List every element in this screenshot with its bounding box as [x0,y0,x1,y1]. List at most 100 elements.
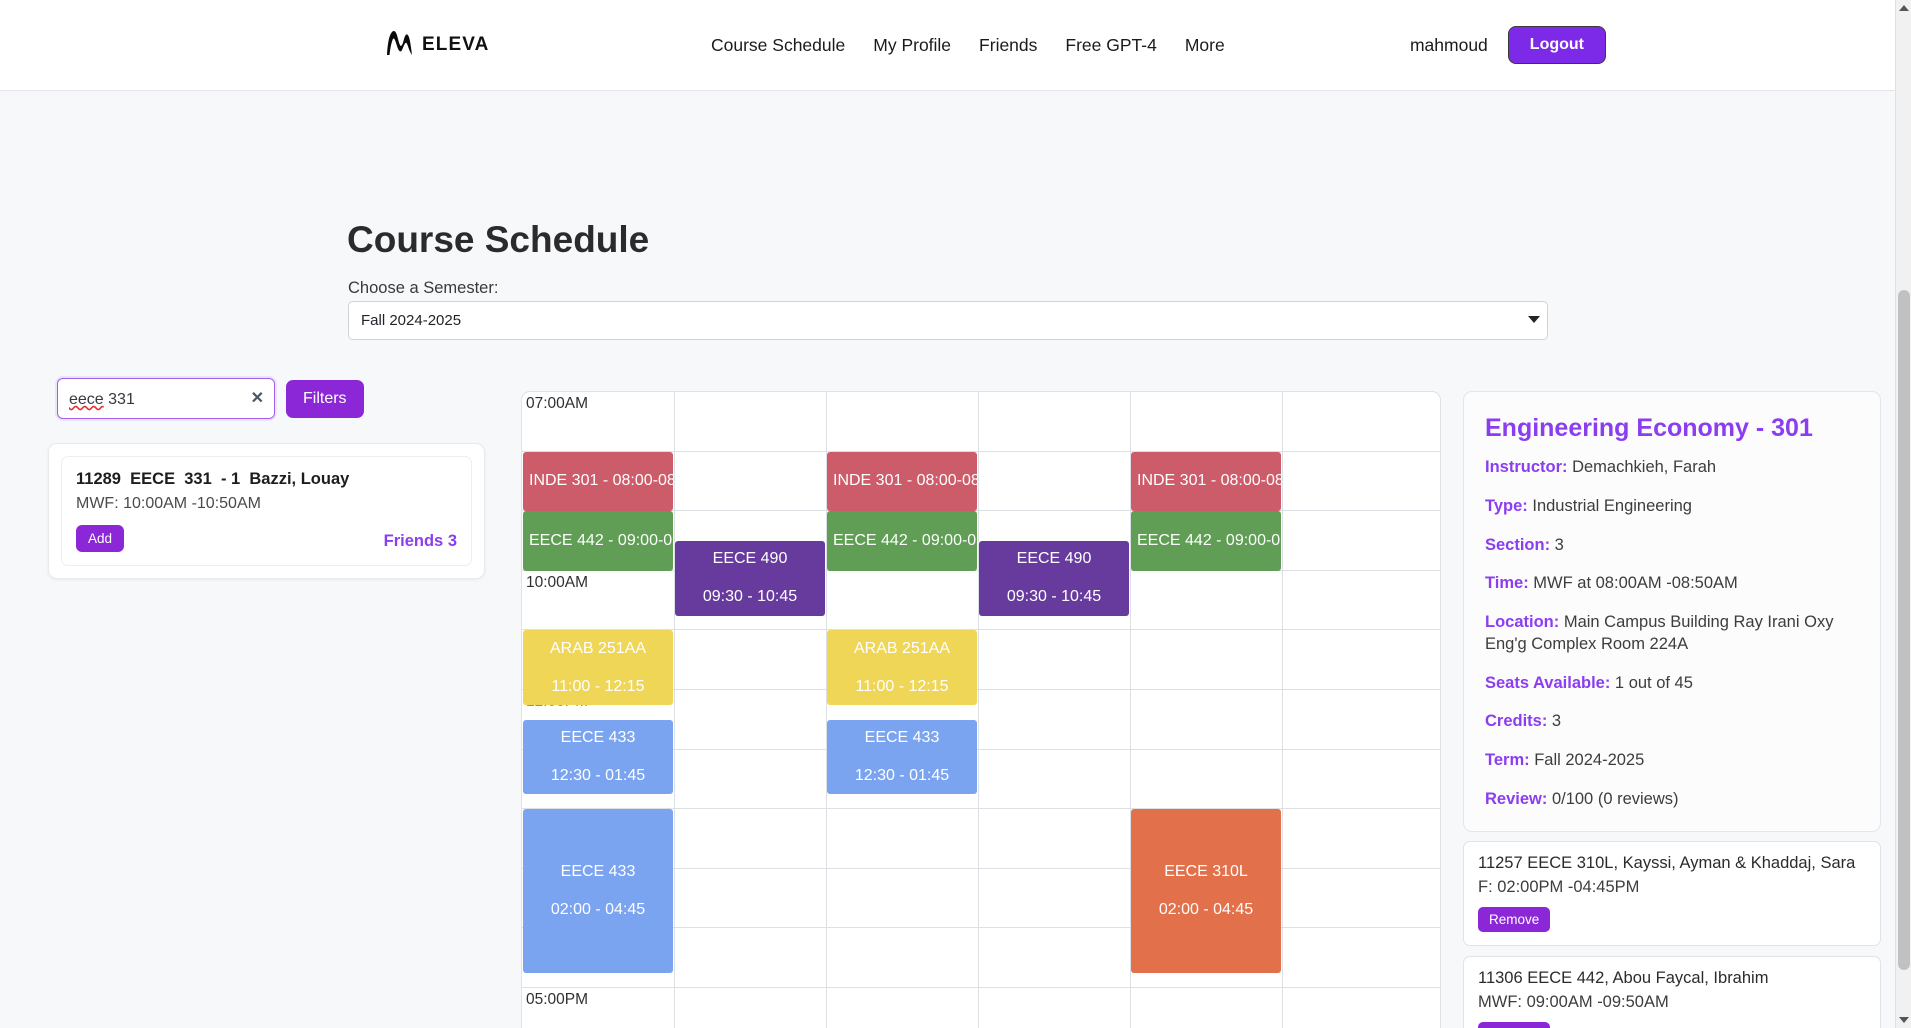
scroll-down-arrow-icon[interactable] [1899,1017,1909,1023]
course-detail-value: 3 [1547,712,1562,731]
calendar-event-name: EECE 490 [712,550,788,568]
calendar-event[interactable]: EECE 442 - 09:00-09 [1131,511,1281,571]
calendar-event-name: EECE 433 [560,729,636,747]
calendar-event[interactable]: EECE 433 12:30 - 01:45 [523,719,673,795]
nav-item-my-profile[interactable]: My Profile [873,35,951,56]
course-detail-title: Engineering Economy - 301 [1485,414,1813,442]
course-detail-rows: Instructor: Demachkieh, Farah Type: Indus… [1485,457,1859,811]
enrolled-course-time: MWF: 09:00AM -09:50AM [1478,993,1669,1011]
calendar-column-divider [978,392,979,1028]
calendar-event[interactable]: ARAB 251AA 11:00 - 12:15 [523,630,673,705]
logout-button[interactable]: Logout [1507,26,1606,64]
calendar-column-divider [1282,392,1283,1028]
username-label: mahmoud [1409,34,1488,55]
course-detail-key: Time: [1485,574,1529,593]
course-detail-row: Section: 3 [1485,535,1859,557]
calendar-event[interactable]: EECE 433 12:30 - 01:45 [827,719,977,795]
course-detail-key: Seats Available: [1485,673,1611,692]
brand-wordmark: ELEVA [422,34,490,55]
calendar-event-label: INDE 301 - 08:00-08 [833,472,977,490]
calendar-event-label: INDE 301 - 08:00-08 [529,472,673,490]
course-detail-row: Seats Available: 1 out of 45 [1485,673,1859,695]
brand-logo[interactable]: ELEVA [385,29,489,62]
calendar-event-label: INDE 301 - 08:00-08 [1137,472,1281,490]
course-detail-key: Instructor: [1485,458,1568,476]
nav-item-friends[interactable]: Friends [979,35,1037,56]
course-detail-row: Type: Industrial Engineering [1485,496,1859,518]
calendar-event-name: ARAB 251AA [549,639,647,657]
calendar-event-name: EECE 433 [864,729,940,747]
nav-item-more[interactable]: More [1185,35,1225,56]
course-detail-value: MWF at 08:00AM -08:50AM [1528,574,1738,593]
nav-user-area: mahmoud Logout [1410,26,1606,64]
page-body: Course Schedule Choose a Semester: Fall … [0,91,1911,1028]
enrolled-course-title: 11257 EECE 310L, Kayssi, Ayman & Khaddaj… [1478,854,1856,872]
calendar-event[interactable]: ARAB 251AA 11:00 - 12:15 [827,630,977,705]
calendar-event-label: EECE 442 - 09:00-09 [1137,531,1281,549]
calendar-event[interactable]: EECE 490 09:30 - 10:45 [979,541,1129,616]
enrolled-courses-list[interactable]: 11257 EECE 310L, Kayssi, Ayman & Khaddaj… [1463,841,1881,1028]
calendar-event-name: EECE 310L [1164,863,1248,881]
calendar-event[interactable]: EECE 442 - 09:00-09 [827,511,977,571]
course-detail-row: Credits: 3 [1485,711,1859,733]
calendar-event[interactable]: EECE 433 02:00 - 04:45 [523,809,673,974]
calendar-event[interactable]: INDE 301 - 08:00-08 [1131,451,1281,512]
remove-course-button[interactable]: Remove [1478,907,1551,932]
calendar-event-time: 12:30 - 01:45 [550,767,646,785]
search-results-panel: 11289 EECE 331 - 1 Bazzi, Louay MWF: 10:… [48,443,485,579]
page-title: Course Schedule [347,219,650,260]
calendar-event-time: 12:30 - 01:45 [854,767,950,785]
calendar-event[interactable]: INDE 301 - 08:00-08 [523,451,673,512]
calendar-event[interactable]: INDE 301 - 08:00-08 [827,451,977,512]
scroll-up-arrow-icon[interactable] [1899,5,1909,11]
course-detail-value: Demachkieh, Farah [1567,458,1717,476]
enrolled-course-card[interactable]: 11257 EECE 310L, Kayssi, Ayman & Khaddaj… [1463,841,1881,946]
schedule-calendar: 07:00AM08:00AM09:00AM10:00AM11:00AM12:00… [521,391,1441,1028]
calendar-event[interactable]: EECE 442 - 09:00-09 [523,511,673,571]
calendar-hour-row [522,392,1440,452]
scrollbar-thumb[interactable] [1898,290,1910,970]
course-detail-value: Industrial Engineering [1527,496,1692,515]
course-detail-row: Review: 0/100 (0 reviews) [1485,789,1859,811]
search-box[interactable]: eece 331 ✕ [57,378,275,419]
course-detail-value: Fall 2024-2025 [1529,751,1645,770]
result-time: MWF: 10:00AM -10:50AM [76,495,261,512]
course-detail-row: Time: MWF at 08:00AM -08:50AM [1485,573,1859,595]
search-result-card[interactable]: 11289 EECE 331 - 1 Bazzi, Louay MWF: 10:… [61,456,472,566]
calendar-hour-row [522,988,1440,1028]
course-detail-key: Location: [1485,613,1560,632]
semester-select[interactable]: Fall 2024-2025 [348,301,1548,340]
enrolled-course-card[interactable]: 11306 EECE 442, Abou Faycal, Ibrahim MWF:… [1463,956,1881,1028]
nav-item-free-gpt4[interactable]: Free GPT-4 [1065,35,1156,56]
course-detail-key: Section: [1485,535,1551,554]
filters-button[interactable]: Filters [286,379,364,418]
course-detail-key: Type: [1485,496,1528,515]
course-detail-value: 1 out of 45 [1610,673,1693,692]
add-course-button[interactable]: Add [76,525,125,552]
calendar-event[interactable]: EECE 490 09:30 - 10:45 [675,541,825,616]
course-detail-card: Engineering Economy - 301 Instructor: De… [1463,391,1881,832]
clear-search-icon[interactable]: ✕ [251,390,264,407]
course-detail-value: 3 [1550,535,1564,554]
course-detail-key: Review: [1485,789,1548,808]
semester-label: Choose a Semester: [348,279,499,297]
eleva-logo-icon [385,29,419,62]
top-navbar: ELEVA Course Schedule My Profile Friends… [0,0,1911,91]
course-detail-row: Location: Main Campus Building Ray Irani… [1485,612,1859,656]
calendar-event-time: 02:00 - 04:45 [1158,901,1254,919]
calendar-event[interactable]: EECE 310L 02:00 - 04:45 [1131,809,1281,974]
course-detail-key: Term: [1485,751,1530,770]
page-scrollbar[interactable] [1895,0,1911,1028]
calendar-event-label: EECE 442 - 09:00-09 [529,531,673,549]
calendar-grid: 07:00AM08:00AM09:00AM10:00AM11:00AM12:00… [522,392,1440,1028]
course-detail-row: Term: Fall 2024-2025 [1485,750,1859,772]
nav-links: Course Schedule My Profile Friends Free … [711,35,1225,56]
friends-count-link[interactable]: Friends 3 [384,532,457,551]
search-row: eece 331 ✕ Filters [57,378,364,419]
remove-course-button[interactable]: Remove [1478,1022,1551,1028]
search-input[interactable] [58,379,274,418]
result-title: 11289 EECE 331 - 1 Bazzi, Louay [76,470,350,488]
calendar-event-name: EECE 433 [560,863,636,881]
nav-item-course-schedule[interactable]: Course Schedule [711,35,845,56]
course-detail-key: Credits: [1485,712,1548,731]
